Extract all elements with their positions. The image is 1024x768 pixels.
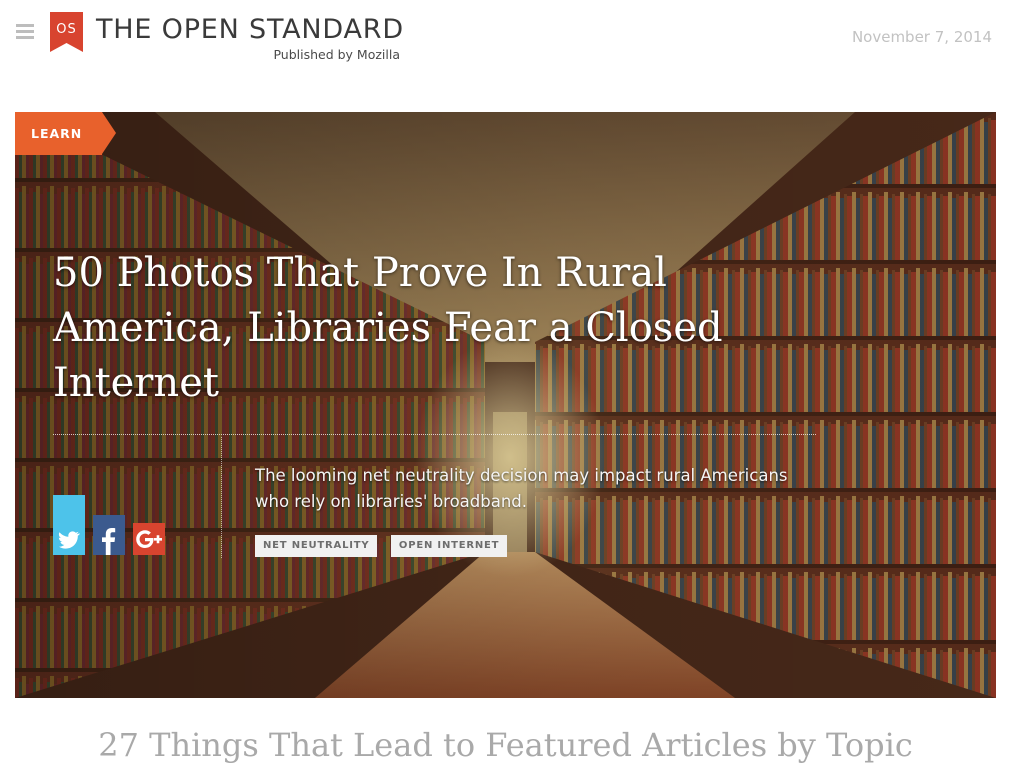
logo-letters: OS bbox=[56, 22, 76, 37]
twitter-share-button[interactable] bbox=[53, 495, 85, 555]
category-label[interactable]: LEARN bbox=[15, 112, 116, 155]
google-plus-share-button[interactable] bbox=[133, 523, 165, 555]
article-headline[interactable]: 50 Photos That Prove In Rural America, L… bbox=[53, 246, 753, 411]
article-summary: The looming net neutrality decision may … bbox=[255, 466, 788, 511]
dotted-divider bbox=[53, 434, 816, 435]
facebook-share-button[interactable] bbox=[93, 515, 125, 555]
google-plus-icon bbox=[136, 530, 162, 548]
site-subtitle: Published by Mozilla bbox=[273, 47, 400, 62]
vertical-dotted-divider bbox=[221, 437, 222, 558]
twitter-icon bbox=[58, 531, 80, 549]
hamburger-menu-icon[interactable] bbox=[16, 24, 34, 40]
tag-net-neutrality[interactable]: NET NEUTRALITY bbox=[255, 535, 378, 557]
logo-ribbon-icon: OS bbox=[50, 12, 83, 52]
site-title[interactable]: THE OPEN STANDARD bbox=[96, 14, 404, 45]
publish-date: November 7, 2014 bbox=[851, 28, 992, 46]
tag-list: NET NEUTRALITY OPEN INTERNET bbox=[255, 535, 516, 557]
site-logo[interactable]: OS bbox=[50, 12, 83, 52]
share-buttons bbox=[53, 495, 173, 555]
tag-open-internet[interactable]: OPEN INTERNET bbox=[390, 535, 508, 557]
menu-bar bbox=[16, 30, 34, 33]
facebook-icon bbox=[102, 528, 116, 555]
menu-bar bbox=[16, 24, 34, 27]
menu-bar bbox=[16, 36, 34, 39]
section-heading: 27 Things That Lead to Featured Articles… bbox=[98, 726, 913, 764]
featured-article-hero[interactable]: LEARN 50 Photos That Prove In Rural Amer… bbox=[15, 112, 996, 698]
